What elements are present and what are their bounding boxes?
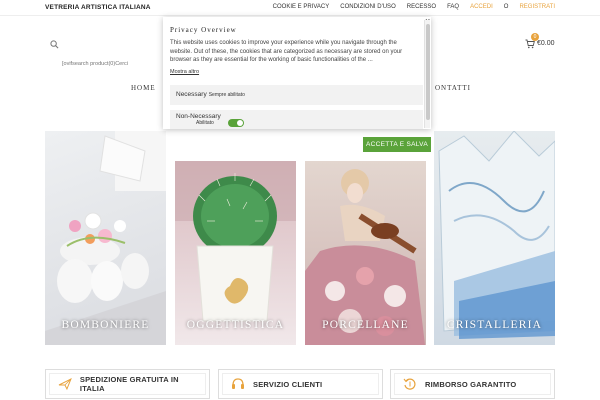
modal-scrollbar[interactable] [424, 20, 430, 128]
feature-inner: SPEDIZIONE GRATUITA IN ITALIA [49, 373, 206, 395]
bomboniere-image [45, 131, 166, 345]
search-icon[interactable] [50, 40, 59, 49]
plane-icon [58, 378, 72, 391]
category-card-cristalleria[interactable]: CRISTALLERIA [434, 131, 555, 345]
feature-inner: RIMBORSO GARANTITO [394, 373, 551, 395]
category-card-bomboniere[interactable]: BOMBONIERE [45, 131, 166, 345]
category-title: BOMBONIERE [61, 319, 150, 331]
top-links: COOKIE E PRIVACY CONDIZIONI D'USO RECESS… [262, 4, 555, 10]
cookie-privacy-modal: Privacy Overview × This website uses coo… [163, 17, 431, 129]
accept-and-save-button[interactable]: ACCETTA E SALVA [363, 137, 431, 152]
non-necessary-status: Abilitato [196, 120, 214, 126]
refund-icon [403, 378, 416, 390]
link-or-separator: O [503, 4, 509, 10]
feature-customer-service[interactable]: SERVIZIO CLIENTI [218, 369, 383, 399]
feature-label: RIMBORSO GARANTITO [425, 379, 517, 389]
top-bar: VETRERIA ARTISTICA ITALIANA COOKIE E PRI… [0, 0, 600, 16]
link-register[interactable]: REGISTRATI [519, 4, 555, 10]
feature-inner: SERVIZIO CLIENTI [222, 373, 379, 395]
necessary-label-wrapper: Necessary Sempre abilitato [176, 91, 245, 98]
category-title: CRISTALLERIA [446, 319, 543, 331]
nav-contatti[interactable]: ONTATTI [435, 84, 471, 92]
link-recesso[interactable]: RECESSO [407, 4, 436, 10]
link-login[interactable]: ACCEDI [470, 4, 493, 10]
category-title: PORCELLANE [322, 319, 409, 331]
non-necessary-label: Non-Necessary [176, 113, 221, 120]
category-card-porcellane[interactable]: PORCELLANE [305, 161, 426, 345]
link-terms[interactable]: CONDIZIONI D'USO [340, 4, 395, 10]
cart-total: €0.00 [537, 40, 555, 47]
link-cookie-privacy[interactable]: COOKIE E PRIVACY [273, 4, 330, 10]
search-input[interactable] [62, 58, 140, 70]
nav-home[interactable]: HOME [131, 84, 156, 92]
feature-label: SERVIZIO CLIENTI [253, 379, 323, 389]
porcellane-image [305, 169, 425, 345]
non-necessary-toggle[interactable] [228, 119, 244, 127]
modal-description: This website uses cookies to improve you… [170, 40, 403, 63]
feature-free-shipping[interactable]: SPEDIZIONE GRATUITA IN ITALIA [45, 369, 210, 399]
modal-title: Privacy Overview [170, 26, 237, 34]
brand-name[interactable]: VETRERIA ARTISTICA ITALIANA [45, 4, 151, 11]
necessary-label: Necessary [176, 91, 207, 98]
feature-refund[interactable]: RIMBORSO GARANTITO [390, 369, 555, 399]
headset-icon [232, 378, 244, 389]
scrollbar-thumb[interactable] [426, 24, 430, 120]
cookie-row-necessary[interactable]: Necessary Sempre abilitato [170, 85, 423, 105]
link-faq[interactable]: FAQ [447, 4, 459, 10]
cristalleria-image [438, 131, 555, 339]
category-card-oggettistica[interactable]: OGGETTISTICA [175, 161, 296, 345]
feature-label: SPEDIZIONE GRATUITA IN ITALIA [79, 375, 179, 393]
necessary-status: Sempre abilitato [208, 92, 245, 98]
cart[interactable]: 0 €0.00 [525, 33, 557, 51]
show-more-link[interactable]: Mostra altro [170, 69, 199, 75]
cookie-row-non-necessary[interactable]: Non-Necessary Abilitato [170, 110, 423, 129]
oggettistica-image [175, 161, 296, 322]
category-title: OGGETTISTICA [186, 319, 285, 331]
